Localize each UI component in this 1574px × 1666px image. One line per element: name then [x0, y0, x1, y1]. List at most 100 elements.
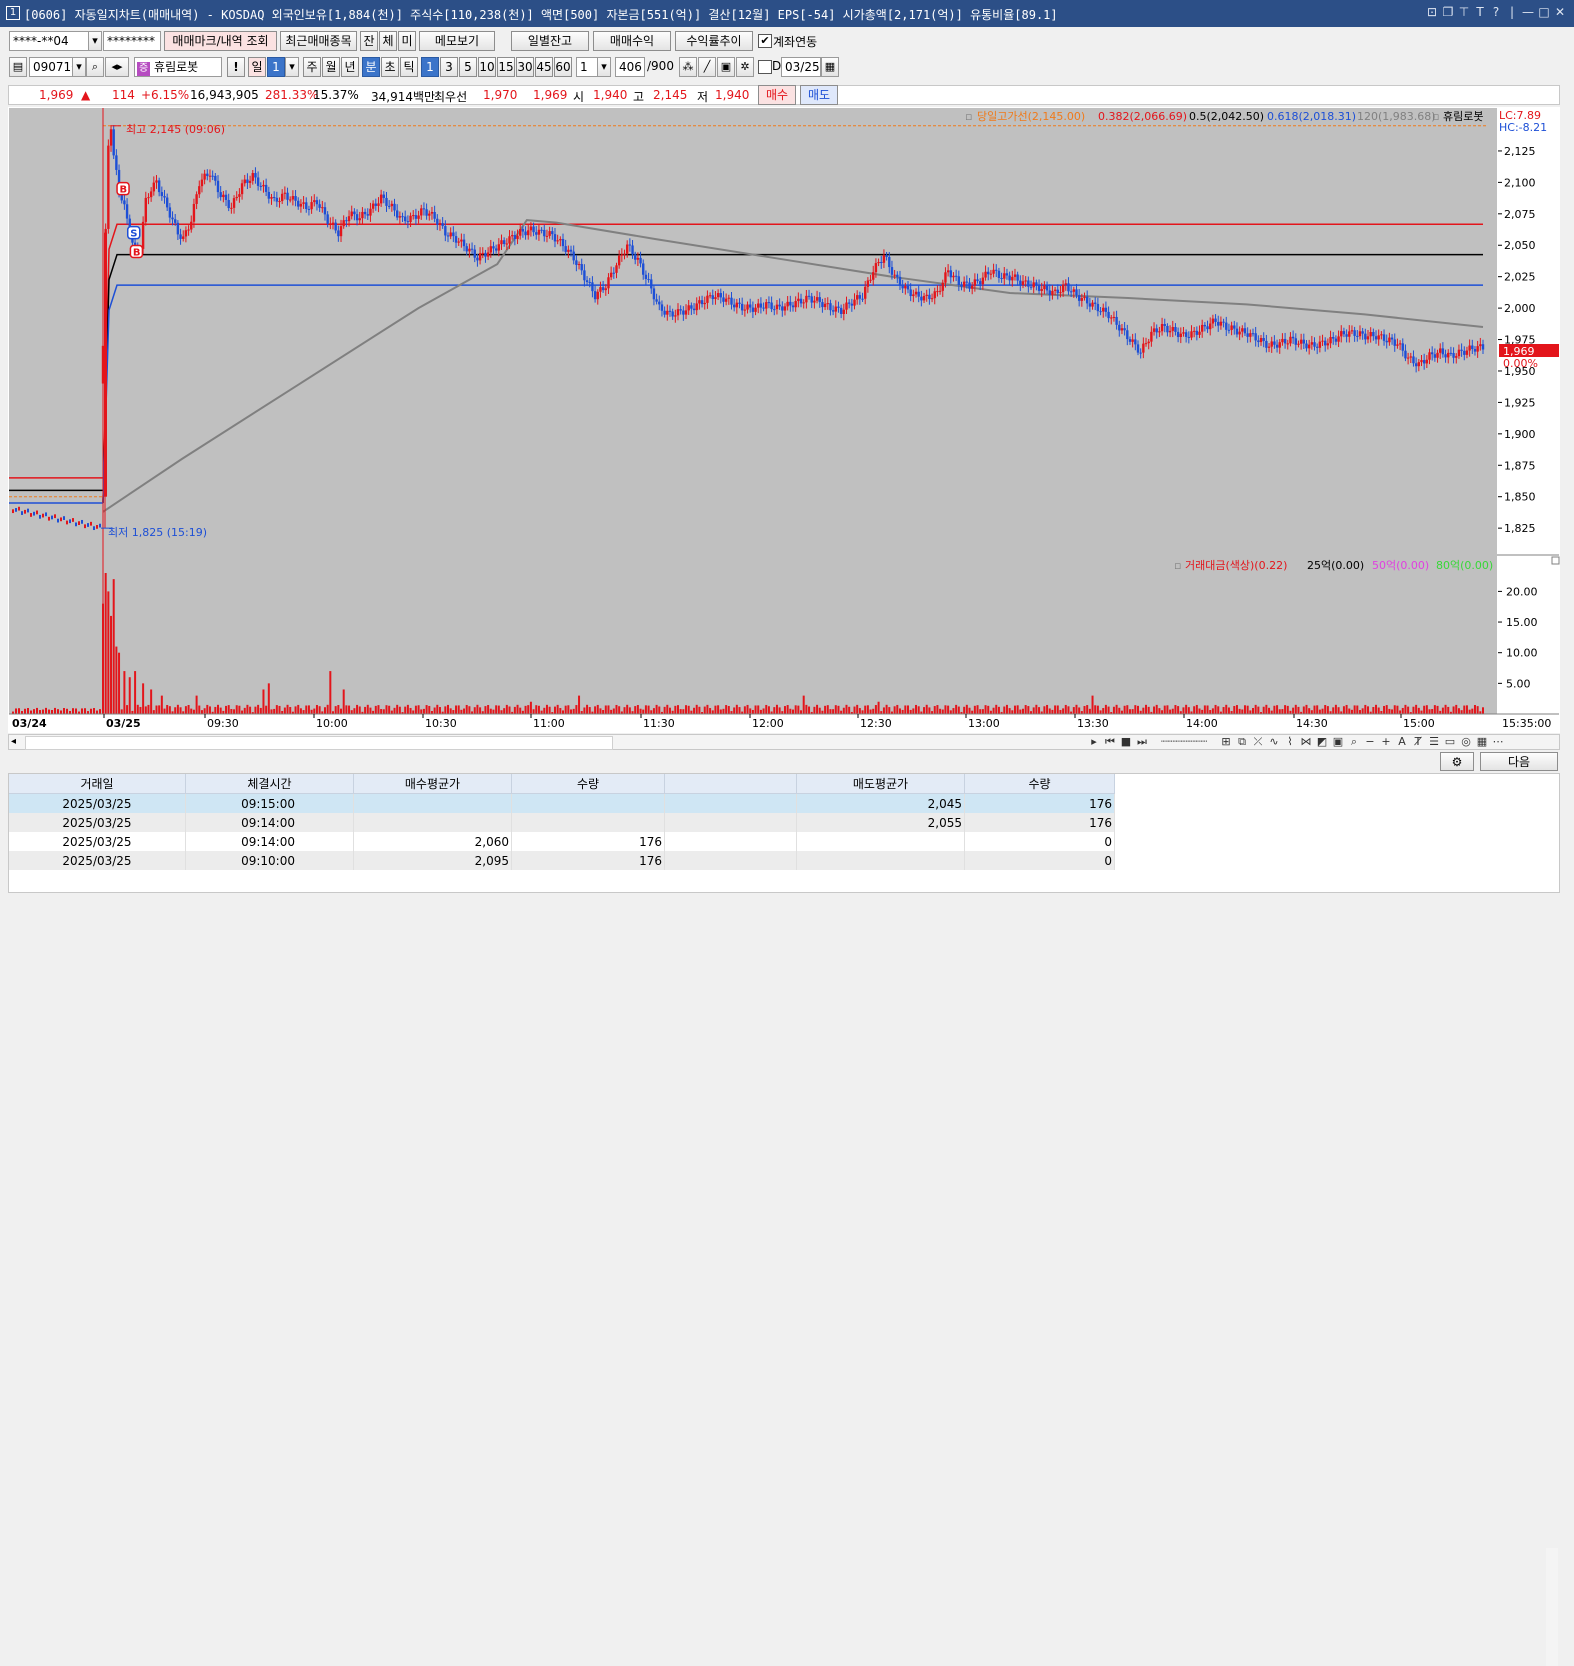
settings-gear-icon[interactable]: ✲	[736, 57, 754, 77]
interval-button-15[interactable]: 15	[497, 57, 515, 77]
zigzag-icon[interactable]: ⌇	[1282, 735, 1298, 749]
balance-button[interactable]: 잔	[360, 31, 378, 51]
password-input[interactable]: ********	[103, 31, 161, 51]
day-count-dropdown-icon[interactable]: ▾	[285, 57, 299, 77]
candle-body	[601, 287, 605, 291]
save-icon[interactable]: ▣	[717, 57, 735, 77]
period-day-button[interactable]: 일	[248, 57, 266, 77]
draw-tool-icon[interactable]: ╱	[698, 57, 716, 77]
rewind-icon[interactable]: ⏮	[1102, 735, 1118, 749]
period-week-button[interactable]: 주	[303, 57, 321, 77]
date-input[interactable]: 03/25	[781, 57, 821, 77]
unfilled-button[interactable]: 미	[398, 31, 416, 51]
chart-svg[interactable]: BSB 2,1252,1002,0752,0502,0252,0001,9751…	[8, 107, 1560, 733]
interval-dropdown-icon[interactable]: ▾	[597, 57, 611, 77]
alert-button[interactable]: !	[227, 57, 245, 77]
candle-body	[492, 246, 495, 249]
date-checkbox[interactable]	[758, 60, 772, 74]
next-button[interactable]: 다음	[1480, 752, 1558, 771]
zoom-in-icon[interactable]: +	[1378, 735, 1394, 749]
cell-sell-avg: 2,055	[796, 813, 965, 832]
more-icon[interactable]: ⋯	[1490, 735, 1506, 749]
grid-vertical-scrollbar[interactable]	[1546, 1548, 1558, 1666]
period-tick-button[interactable]: 틱	[400, 57, 418, 77]
scroll-right-icon[interactable]: ▸	[1086, 735, 1102, 749]
scroll-thumb[interactable]	[25, 736, 613, 750]
link-icon[interactable]: ⊡	[1424, 5, 1440, 19]
indicator-icon[interactable]: ⁂	[679, 57, 697, 77]
price-chart-area[interactable]: BSB 2,125 2,100 2,075 2,050 2,025 2,000 1,975 1…	[8, 107, 1560, 733]
circle-icon[interactable]: ◎	[1458, 735, 1474, 749]
minimize-icon[interactable]: —	[1520, 5, 1536, 19]
text-style-icon[interactable]: Ⱦ	[1410, 735, 1426, 749]
interval-button-60[interactable]: 60	[554, 57, 572, 77]
period-second-button[interactable]: 초	[381, 57, 399, 77]
forward-icon[interactable]: ⏭	[1134, 735, 1150, 749]
save-chart-icon[interactable]: ▣	[1330, 735, 1346, 749]
buy-button[interactable]: 매수	[758, 85, 796, 105]
executed-button[interactable]: 체	[379, 31, 397, 51]
grid-icon[interactable]: ▦	[1474, 735, 1490, 749]
stock-code-input[interactable]: 090710	[29, 57, 73, 77]
volume-bar	[1177, 706, 1180, 714]
memo-button[interactable]: 메모보기	[419, 31, 495, 51]
chart-scrollbar[interactable]: ◂ ▸ ⏮ ■ ⏭ ┈┈┈┈┈┈┈ ⊞ ⧉ ⤫ ∿ ⌇ ⋈ ◩ ▣ ⌕ − + A Ⱦ ☰ ▭ ◎ ▦ ⋯	[8, 734, 1560, 750]
stock-name-field[interactable]: 증 휴림로봇	[134, 57, 222, 77]
box-icon[interactable]: ▭	[1442, 735, 1458, 749]
zoom-icon[interactable]: ⌕	[1346, 735, 1362, 749]
volume-bar	[1375, 704, 1378, 714]
fib-icon[interactable]: ⋈	[1298, 735, 1314, 749]
volume-pane-handle-icon[interactable]	[1551, 556, 1560, 565]
wave-icon[interactable]: ∿	[1266, 735, 1282, 749]
maximize-icon[interactable]: □	[1536, 5, 1552, 19]
account-dropdown-icon[interactable]: ▾	[88, 31, 102, 51]
search-icon[interactable]: ⌕	[86, 57, 104, 77]
day-count-input[interactable]: 1	[267, 57, 285, 77]
close-icon[interactable]: ✕	[1552, 5, 1568, 19]
table-row[interactable]: 2025/03/25 09:10:00 2,095 176 0	[9, 851, 1115, 870]
period-minute-button[interactable]: 분	[362, 57, 380, 77]
range-input[interactable]: 406	[615, 57, 645, 77]
stop-icon[interactable]: ■	[1118, 735, 1134, 749]
palette-icon[interactable]: ◩	[1314, 735, 1330, 749]
help-icon[interactable]: ?	[1488, 5, 1504, 19]
interval-button-30[interactable]: 30	[516, 57, 534, 77]
period-month-button[interactable]: 월	[322, 57, 340, 77]
grid-settings-gear-icon[interactable]: ⚙	[1440, 752, 1474, 771]
zoom-out-icon[interactable]: −	[1362, 735, 1378, 749]
table-row[interactable]: 2025/03/25 09:14:00 2,060 176 0	[9, 832, 1115, 851]
calendar-icon[interactable]: ▦	[821, 57, 839, 77]
trendline-icon[interactable]: ⤫	[1250, 735, 1266, 749]
speaker-icon[interactable]: ◂▸	[105, 57, 129, 77]
return-trend-button[interactable]: 수익률추이	[675, 31, 753, 51]
period-year-button[interactable]: 년	[341, 57, 359, 77]
interval-button-5[interactable]: 5	[459, 57, 477, 77]
trade-profit-button[interactable]: 매매수익	[593, 31, 671, 51]
account-input[interactable]: ****-**04	[9, 31, 89, 51]
interval-button-1[interactable]: 1	[421, 57, 439, 77]
table-row[interactable]: 2025/03/25 09:15:00 2,045 176	[9, 793, 1115, 813]
recent-stocks-button[interactable]: 최근매매종목	[280, 31, 357, 51]
interval-count-input[interactable]: 1	[576, 57, 598, 77]
list-icon[interactable]: ☰	[1426, 735, 1442, 749]
interval-button-45[interactable]: 45	[535, 57, 553, 77]
interval-button-10[interactable]: 10	[478, 57, 496, 77]
chart-type-icon[interactable]: ▤	[9, 57, 27, 77]
code-dropdown-icon[interactable]: ▾	[72, 57, 86, 77]
pin-icon[interactable]: ⊤	[1456, 5, 1472, 19]
table-row[interactable]: 2025/03/25 09:14:00 2,055 176	[9, 813, 1115, 832]
text-tool-icon[interactable]: A	[1394, 735, 1410, 749]
copy-icon[interactable]: ❐	[1440, 5, 1456, 19]
account-link-checkbox[interactable]: ✔	[758, 34, 772, 48]
interval-button-3[interactable]: 3	[440, 57, 458, 77]
trade-mark-lookup-button[interactable]: 매매마크/내역 조회	[164, 31, 277, 51]
sell-button[interactable]: 매도	[800, 85, 838, 105]
crosshair-icon[interactable]: ⊞	[1218, 735, 1234, 749]
volume-bar	[246, 704, 249, 714]
font-icon[interactable]: T	[1472, 5, 1488, 19]
candle-body	[708, 295, 712, 297]
ruler-icon[interactable]: ┈┈┈┈┈┈┈	[1150, 735, 1218, 749]
copy-chart-icon[interactable]: ⧉	[1234, 735, 1250, 749]
scroll-left-icon[interactable]: ◂	[11, 735, 16, 749]
daily-balance-button[interactable]: 일별잔고	[511, 31, 589, 51]
